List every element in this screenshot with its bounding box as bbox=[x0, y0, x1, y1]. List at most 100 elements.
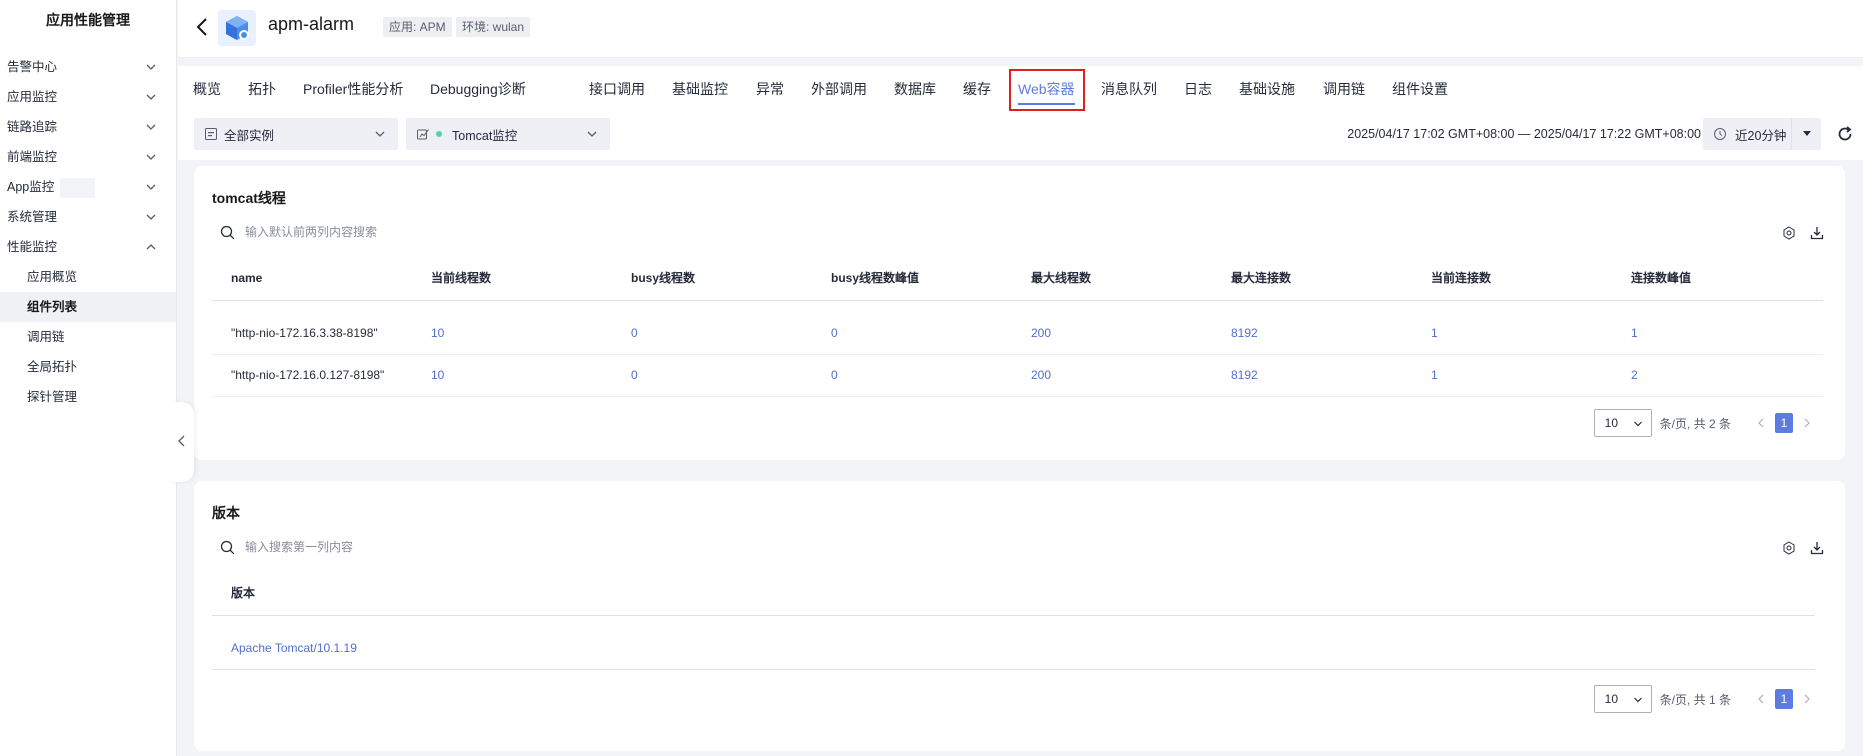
max-connections-cell[interactable]: 8192 bbox=[1212, 312, 1412, 355]
threads-search-input[interactable] bbox=[245, 225, 645, 239]
sidebar-menu: 告警中心 应用监控 链路追踪 前端监控 App监控 系统管理 性能监控 应用概览… bbox=[0, 52, 176, 412]
tab-web-container[interactable]: Web容器 bbox=[1018, 79, 1075, 105]
version-cell: Apache Tomcat/10.1.19 bbox=[212, 627, 1815, 670]
chevron-down-icon bbox=[144, 202, 158, 232]
instance-select-value: 全部实例 bbox=[224, 128, 275, 143]
tab-logs[interactable]: 日志 bbox=[1184, 79, 1212, 99]
current-threads-cell[interactable]: 10 bbox=[412, 354, 612, 397]
tab-basic-monitor[interactable]: 基础监控 bbox=[672, 79, 728, 99]
app-tag: 应用: APM bbox=[383, 17, 452, 37]
tab-topology[interactable]: 拓扑 bbox=[248, 79, 276, 99]
sidebar-subitem-app-overview[interactable]: 应用概览 bbox=[0, 262, 176, 292]
sidebar-subitem-probe-management[interactable]: 探针管理 bbox=[0, 382, 176, 412]
sidebar-item-system-management[interactable]: 系统管理 bbox=[0, 202, 176, 232]
connections-peak-cell[interactable]: 1 bbox=[1612, 312, 1823, 355]
sidebar-item-label: 告警中心 bbox=[7, 60, 58, 74]
tab-infrastructure[interactable]: 基础设施 bbox=[1239, 79, 1295, 99]
column-header: busy线程数 bbox=[612, 256, 812, 301]
version-card: 版本 版本 Apache Tomcat/10.1.19 10 条/页, 共 1 … bbox=[194, 481, 1845, 751]
page-size-select[interactable]: 10 bbox=[1593, 685, 1652, 713]
current-connections-cell[interactable]: 1 bbox=[1412, 312, 1612, 355]
busy-threads-cell[interactable]: 0 bbox=[612, 354, 812, 397]
instance-select[interactable]: 全部实例 bbox=[194, 118, 398, 150]
sidebar-title: 应用性能管理 bbox=[46, 12, 130, 28]
column-header: 最大连接数 bbox=[1212, 256, 1412, 301]
environment-tag: 环境: wulan bbox=[456, 17, 531, 37]
tab-external-calls[interactable]: 外部调用 bbox=[811, 79, 867, 99]
table-header-row: 版本 bbox=[212, 571, 1815, 616]
sidebar-item-frontend-monitor[interactable]: 前端监控 bbox=[0, 142, 176, 172]
page-size-select[interactable]: 10 bbox=[1593, 409, 1652, 437]
back-arrow-icon[interactable] bbox=[195, 14, 213, 40]
sidebar-subitem-global-topology[interactable]: 全局拓扑 bbox=[0, 352, 176, 382]
table-row: "http-nio-172.16.3.38-8198" 10 0 0 200 8… bbox=[212, 312, 1823, 355]
pagination-total: 条/页, 共 2 条 bbox=[1659, 416, 1731, 431]
card-title: tomcat线程 bbox=[212, 190, 286, 206]
download-icon[interactable] bbox=[1809, 540, 1825, 556]
gear-icon[interactable] bbox=[1781, 540, 1797, 556]
page-number-current[interactable]: 1 bbox=[1775, 413, 1793, 433]
tab-overview[interactable]: 概览 bbox=[193, 79, 221, 99]
column-header: name bbox=[212, 256, 412, 301]
threads-search[interactable] bbox=[220, 221, 645, 243]
tab-call-chain[interactable]: 调用链 bbox=[1323, 79, 1365, 99]
tab-component-settings[interactable]: 组件设置 bbox=[1392, 79, 1448, 99]
busy-threads-cell[interactable]: 0 bbox=[612, 312, 812, 355]
busy-threads-peak-cell[interactable]: 0 bbox=[812, 354, 1012, 397]
current-threads-cell[interactable]: 10 bbox=[412, 312, 612, 355]
max-threads-cell[interactable]: 200 bbox=[1012, 354, 1212, 397]
sidebar-item-alarm-center[interactable]: 告警中心 bbox=[0, 52, 176, 82]
chevron-left-icon[interactable] bbox=[1753, 689, 1769, 709]
version-pagination: 10 条/页, 共 1 条 1 bbox=[1593, 685, 1815, 713]
column-header: 当前连接数 bbox=[1412, 256, 1612, 301]
chevron-right-icon[interactable] bbox=[1799, 689, 1815, 709]
tab-cache[interactable]: 缓存 bbox=[963, 79, 991, 99]
time-range-text: 2025/04/17 17:02 GMT+08:00 — 2025/04/17 … bbox=[1347, 127, 1701, 141]
busy-threads-peak-cell[interactable]: 0 bbox=[812, 312, 1012, 355]
current-connections-cell[interactable]: 1 bbox=[1412, 354, 1612, 397]
tab-interface-calls[interactable]: 接口调用 bbox=[589, 79, 645, 99]
gear-icon[interactable] bbox=[1781, 225, 1797, 241]
tab-exceptions[interactable]: 异常 bbox=[756, 79, 784, 99]
tab-profiler[interactable]: Profiler性能分析 bbox=[303, 79, 403, 99]
chevron-down-icon bbox=[144, 142, 158, 172]
search-icon bbox=[220, 225, 235, 240]
pagination-total: 条/页, 共 1 条 bbox=[1659, 692, 1731, 707]
chevron-right-icon[interactable] bbox=[1799, 413, 1815, 433]
sidebar-item-label: App监控 bbox=[7, 180, 55, 194]
threads-pagination: 10 条/页, 共 2 条 1 bbox=[1593, 409, 1815, 437]
chevron-down-icon bbox=[144, 52, 158, 82]
connections-peak-cell[interactable]: 2 bbox=[1612, 354, 1823, 397]
caret-down-icon[interactable] bbox=[1791, 118, 1821, 150]
version-search-input[interactable] bbox=[245, 540, 645, 554]
sidebar-item-app-monitor[interactable]: 应用监控 bbox=[0, 82, 176, 112]
threads-table: name 当前线程数 busy线程数 busy线程数峰值 最大线程数 最大连接数… bbox=[212, 256, 1823, 397]
component-tabs: 概览 拓扑 Profiler性能分析 Debugging诊断 接口调用 基础监控… bbox=[178, 66, 1863, 110]
sidebar-subitem-component-list[interactable]: 组件列表 bbox=[0, 292, 176, 322]
chevron-left-icon bbox=[177, 435, 187, 450]
sidebar-item-app-mobile-monitor[interactable]: App监控 bbox=[0, 172, 176, 202]
refresh-icon[interactable] bbox=[1835, 124, 1855, 144]
tab-database[interactable]: 数据库 bbox=[894, 79, 936, 99]
tab-debugging[interactable]: Debugging诊断 bbox=[430, 79, 526, 99]
sidebar-subitem-call-chain[interactable]: 调用链 bbox=[0, 322, 176, 352]
page-number-current[interactable]: 1 bbox=[1775, 689, 1793, 709]
max-threads-cell[interactable]: 200 bbox=[1012, 312, 1212, 355]
instance-icon bbox=[204, 127, 218, 141]
search-icon bbox=[220, 540, 235, 555]
column-header: busy线程数峰值 bbox=[812, 256, 1012, 301]
chevron-down-icon bbox=[586, 128, 598, 140]
download-icon[interactable] bbox=[1809, 225, 1825, 241]
time-range-picker[interactable]: 近20分钟 bbox=[1703, 118, 1821, 150]
sidebar-item-label: 性能监控 bbox=[7, 240, 58, 254]
version-search[interactable] bbox=[220, 536, 645, 558]
sidebar-item-trace[interactable]: 链路追踪 bbox=[0, 112, 176, 142]
chevron-down-icon bbox=[374, 128, 386, 140]
tab-message-queue[interactable]: 消息队列 bbox=[1101, 79, 1157, 99]
max-connections-cell[interactable]: 8192 bbox=[1212, 354, 1412, 397]
sidebar-item-performance-monitor[interactable]: 性能监控 bbox=[0, 232, 176, 262]
sidebar-collapse-button[interactable] bbox=[170, 402, 194, 482]
monitor-select[interactable]: Tomcat监控 bbox=[406, 118, 610, 150]
chevron-up-icon bbox=[144, 232, 158, 262]
chevron-left-icon[interactable] bbox=[1753, 413, 1769, 433]
